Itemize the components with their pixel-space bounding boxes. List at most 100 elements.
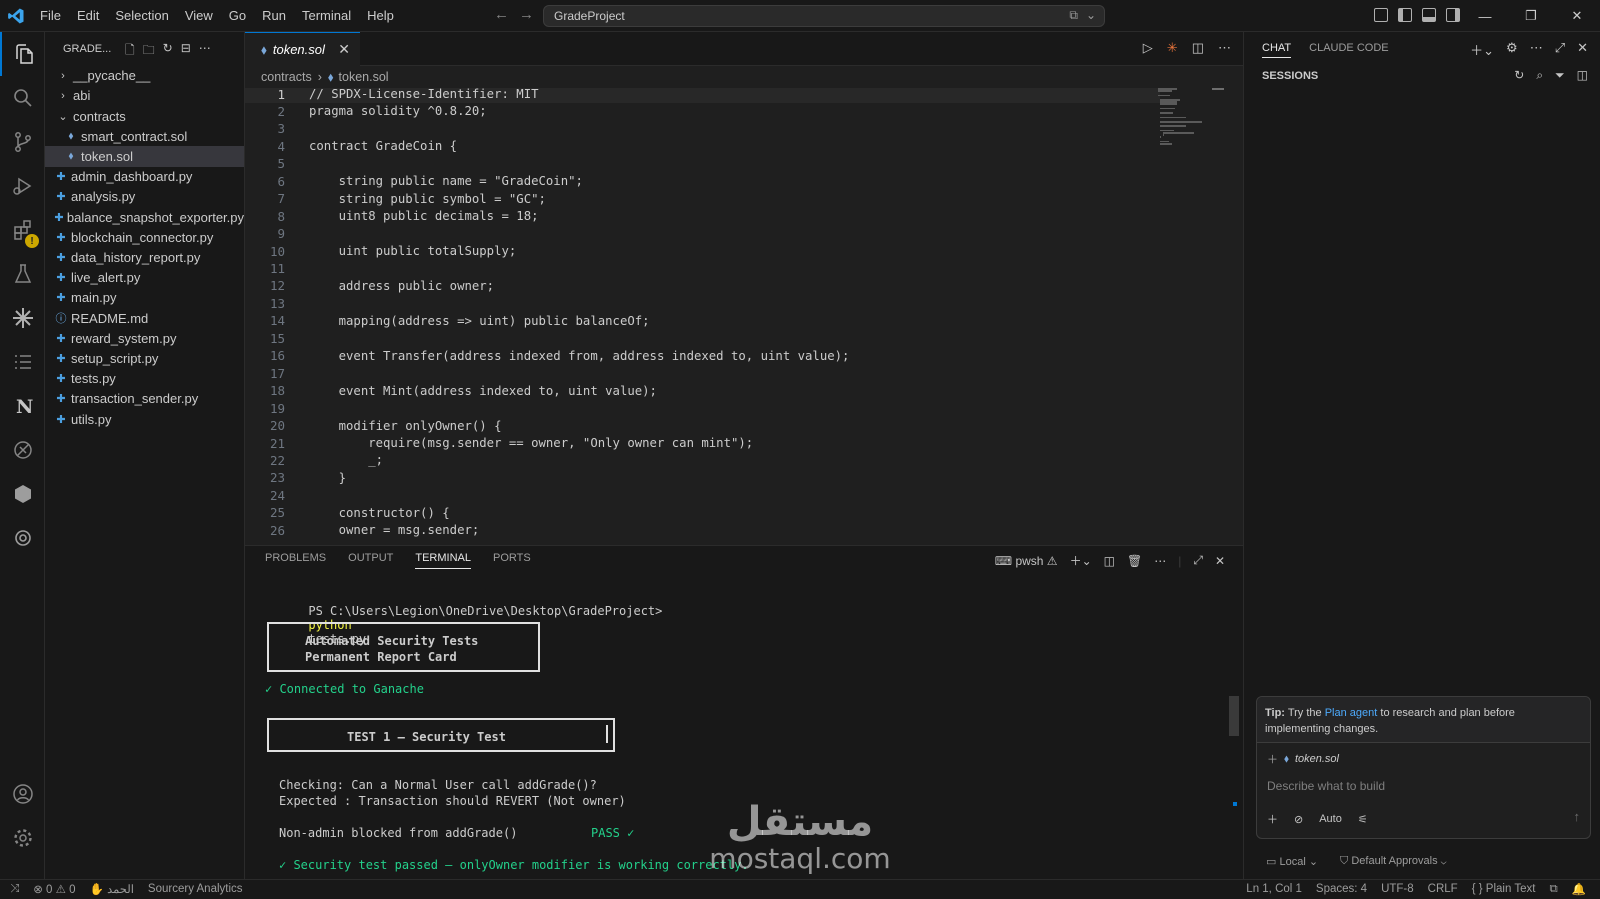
- chevron-down-icon[interactable]: ⌄: [1086, 8, 1096, 23]
- run-debug-icon[interactable]: [0, 164, 45, 208]
- openai-icon[interactable]: [0, 516, 45, 560]
- kill-terminal-icon[interactable]: 🗑: [1127, 554, 1142, 568]
- menu-file[interactable]: File: [32, 0, 69, 32]
- minimap[interactable]: [1158, 88, 1228, 188]
- send-arrow-icon[interactable]: ↑: [1574, 809, 1581, 824]
- notion-icon[interactable]: N: [0, 384, 45, 428]
- tree-item[interactable]: › abi: [45, 86, 244, 107]
- menu-view[interactable]: View: [177, 0, 221, 32]
- plan-agent-link[interactable]: Plan agent: [1325, 707, 1378, 719]
- new-folder-icon[interactable]: 🗀: [143, 41, 155, 62]
- close-tab-icon[interactable]: ✕: [338, 41, 350, 58]
- tab-token-sol[interactable]: ⬧ token.sol ✕: [245, 32, 360, 66]
- menu-go[interactable]: Go: [221, 0, 254, 32]
- remote-explorer-icon[interactable]: [0, 428, 45, 472]
- tree-item[interactable]: ⬧ token.sol: [45, 146, 244, 167]
- chat-input[interactable]: Describe what to build: [1267, 779, 1385, 793]
- accounts-icon[interactable]: [0, 772, 45, 816]
- tab-output[interactable]: OUTPUT: [348, 552, 393, 569]
- new-file-icon[interactable]: 🗋: [125, 41, 135, 62]
- tree-item[interactable]: ✚ data_history_report.py: [45, 247, 244, 268]
- source-control-icon[interactable]: [0, 120, 45, 164]
- run-file-icon[interactable]: ▷: [1143, 40, 1153, 56]
- terminal-shell-selector[interactable]: ⌨ pwsh ⚠: [995, 554, 1058, 568]
- editor-more-icon[interactable]: ⋯: [1218, 40, 1231, 56]
- menu-edit[interactable]: Edit: [69, 0, 107, 32]
- terminal-scrollbar[interactable]: [1229, 696, 1239, 736]
- tree-item[interactable]: ⬧ smart_contract.sol: [45, 126, 244, 147]
- filter-icon[interactable]: ⏷: [1555, 68, 1565, 83]
- language-mode[interactable]: { } Plain Text: [1472, 883, 1536, 895]
- toggle-primary-sidebar-icon[interactable]: [1398, 8, 1412, 22]
- problems-indicator[interactable]: ⊗ 0 ⚠ 0: [33, 882, 75, 896]
- tune-icon[interactable]: ⚟: [1358, 813, 1368, 826]
- toggle-panel-icon[interactable]: [1422, 8, 1436, 22]
- tab-terminal[interactable]: TERMINAL: [415, 552, 471, 569]
- testing-icon[interactable]: [0, 252, 45, 296]
- split-terminal-icon[interactable]: ◫: [1104, 554, 1115, 568]
- collapse-all-icon[interactable]: ⊟: [181, 41, 191, 62]
- close-window-icon[interactable]: ✕: [1554, 0, 1600, 32]
- claude-icon[interactable]: [0, 296, 45, 340]
- remote-indicator-icon[interactable]: ⤨: [10, 883, 19, 896]
- mode-selector[interactable]: Auto: [1319, 813, 1342, 825]
- tree-item[interactable]: ✚ live_alert.py: [45, 268, 244, 289]
- mention-icon[interactable]: ⊘: [1294, 813, 1303, 826]
- chat-more-icon[interactable]: ⋯: [1530, 40, 1543, 59]
- tree-item[interactable]: ✚ transaction_sender.py: [45, 389, 244, 410]
- new-chat-icon[interactable]: ＋⌄: [1470, 40, 1494, 59]
- tree-item[interactable]: ✚ analysis.py: [45, 187, 244, 208]
- customize-layout-icon[interactable]: [1374, 8, 1388, 22]
- tree-item[interactable]: ✚ blockchain_connector.py: [45, 227, 244, 248]
- toggle-sessions-layout-icon[interactable]: ◫: [1577, 68, 1588, 83]
- copilot-status-icon[interactable]: ⧉: [1549, 883, 1557, 896]
- extensions-icon[interactable]: !: [0, 208, 45, 252]
- tree-item[interactable]: ✚ setup_script.py: [45, 348, 244, 369]
- attach-icon[interactable]: ＋: [1267, 811, 1278, 827]
- split-editor-icon[interactable]: ◫: [1192, 40, 1204, 56]
- tree-item[interactable]: ✚ balance_snapshot_exporter.py: [45, 207, 244, 228]
- search-icon[interactable]: [0, 76, 45, 120]
- panel-more-icon[interactable]: ⋯: [1154, 554, 1166, 568]
- maximize-icon[interactable]: ❐: [1508, 0, 1554, 32]
- forward-arrow-icon[interactable]: →: [519, 6, 534, 23]
- close-panel-icon[interactable]: ✕: [1215, 554, 1225, 568]
- toggle-secondary-sidebar-icon[interactable]: [1446, 8, 1460, 22]
- add-context-icon[interactable]: ＋: [1267, 751, 1278, 767]
- menu-help[interactable]: Help: [359, 0, 402, 32]
- refresh-sessions-icon[interactable]: ↻: [1514, 68, 1524, 83]
- menu-run[interactable]: Run: [254, 0, 294, 32]
- claude-code-icon[interactable]: ✳: [1167, 40, 1178, 56]
- command-center-search[interactable]: GradeProject ⧉ ⌄: [543, 5, 1105, 27]
- menu-selection[interactable]: Selection: [107, 0, 176, 32]
- tab-claude-code[interactable]: CLAUDE CODE: [1309, 42, 1388, 58]
- arabic-status-item[interactable]: ✋ الحمد: [90, 882, 134, 896]
- explorer-icon[interactable]: [0, 32, 45, 76]
- location-selector[interactable]: ▭ Local ⌄: [1266, 855, 1318, 868]
- end-of-line[interactable]: CRLF: [1428, 883, 1458, 895]
- more-actions-icon[interactable]: ⋯: [199, 41, 211, 62]
- settings-gear-icon[interactable]: [0, 816, 45, 860]
- tree-item[interactable]: ⌄ contracts: [45, 106, 244, 127]
- maximize-panel-icon[interactable]: ⤢: [1193, 553, 1203, 568]
- sourcery-status[interactable]: Sourcery Analytics: [148, 883, 243, 895]
- tab-ports[interactable]: PORTS: [493, 552, 531, 569]
- tree-item[interactable]: ✚ tests.py: [45, 369, 244, 390]
- tree-item[interactable]: ✚ admin_dashboard.py: [45, 167, 244, 188]
- indentation[interactable]: Spaces: 4: [1316, 883, 1367, 895]
- encoding[interactable]: UTF-8: [1381, 883, 1414, 895]
- approvals-selector[interactable]: ⛉ Default Approvals ⌄: [1340, 855, 1447, 868]
- tab-problems[interactable]: PROBLEMS: [265, 552, 326, 569]
- close-chat-icon[interactable]: ✕: [1577, 40, 1588, 59]
- maximize-chat-icon[interactable]: ⤢: [1555, 40, 1565, 59]
- new-terminal-icon[interactable]: ＋⌄: [1070, 552, 1092, 569]
- notifications-bell-icon[interactable]: 🔔: [1572, 882, 1586, 896]
- code-editor[interactable]: 1 // SPDX-License-Identifier: MIT 2 pragma …: [245, 88, 1243, 545]
- copilot-icon[interactable]: ⧉: [1069, 8, 1078, 23]
- tree-item[interactable]: ✚ reward_system.py: [45, 328, 244, 349]
- task-list-icon[interactable]: [0, 340, 45, 384]
- breadcrumb-file[interactable]: token.sol: [339, 70, 389, 84]
- tab-chat[interactable]: CHAT: [1262, 42, 1292, 58]
- tree-item[interactable]: › __pycache__: [45, 66, 244, 87]
- breadcrumb-folder[interactable]: contracts: [261, 70, 312, 84]
